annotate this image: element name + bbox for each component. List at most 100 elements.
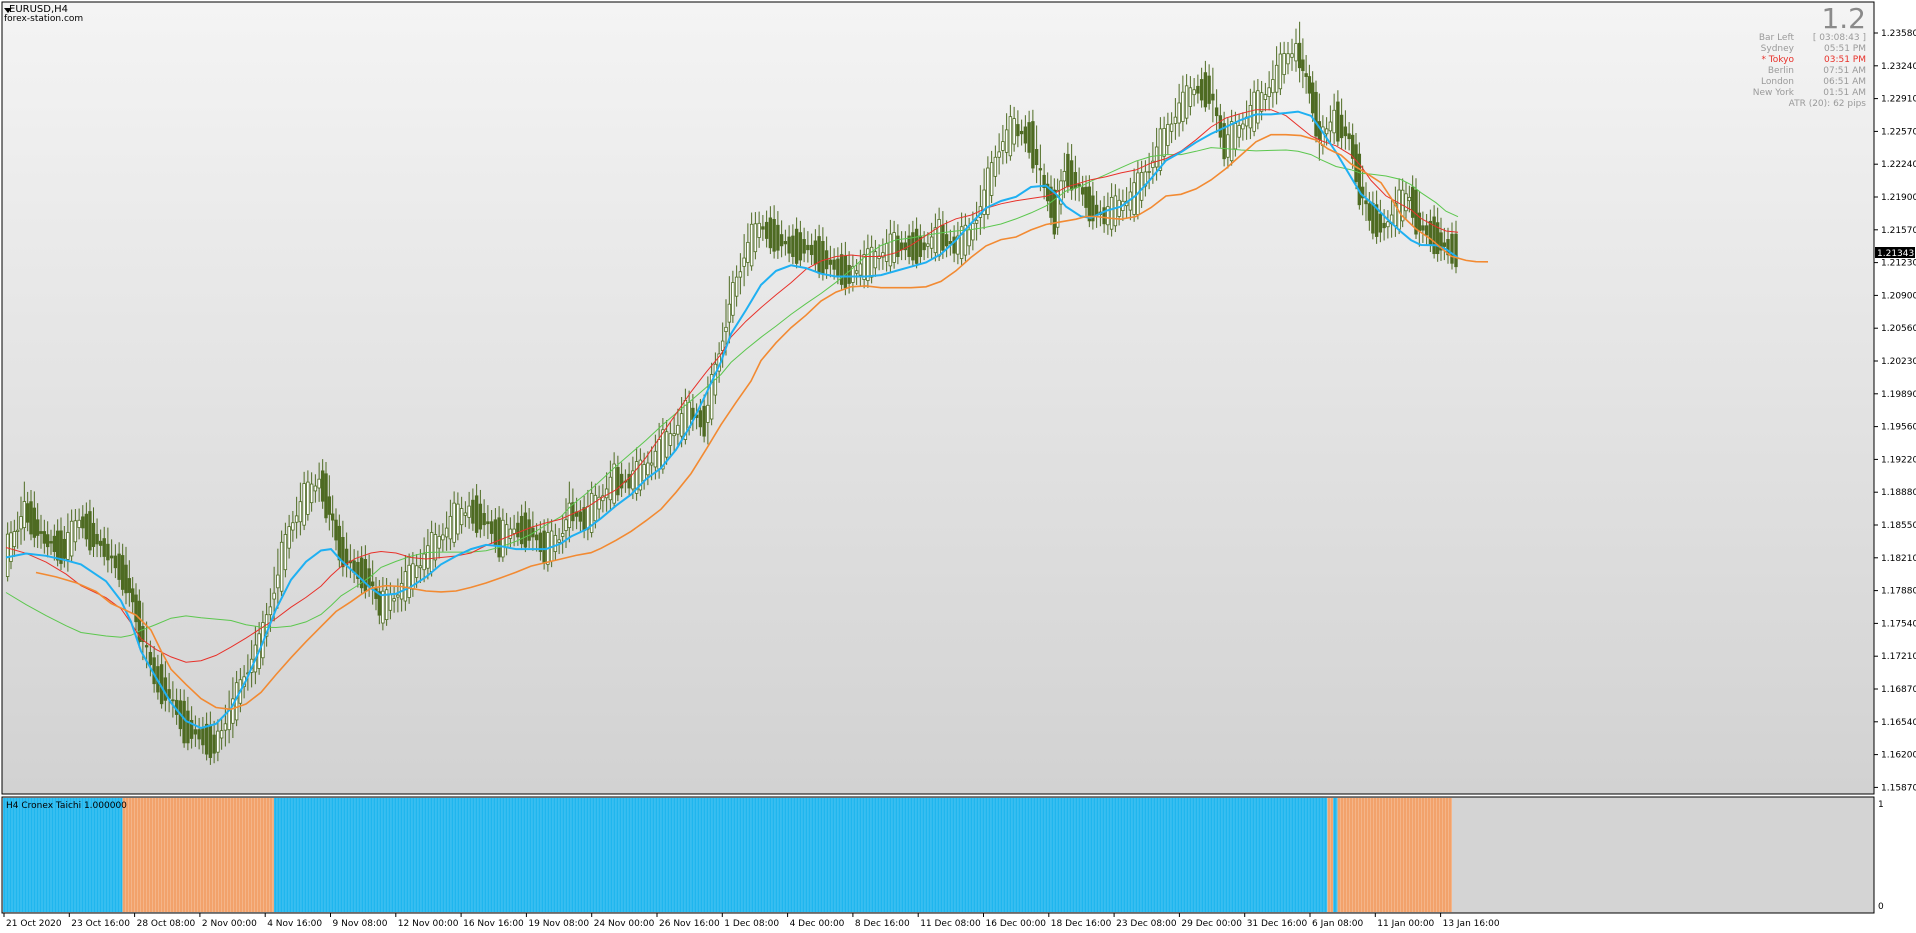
candle-body <box>749 223 754 267</box>
candle-body <box>1034 149 1039 166</box>
candle-body <box>1271 79 1275 94</box>
price-tick-label: 1.19890 <box>1881 390 1916 400</box>
candle-body <box>839 254 844 285</box>
candle-body <box>1019 130 1024 135</box>
candle-body <box>1188 87 1193 107</box>
candle-body <box>102 538 106 557</box>
price-tick-label: 1.18550 <box>1881 521 1916 531</box>
candle-body <box>679 413 684 437</box>
candle-body <box>55 530 60 561</box>
candle-body <box>847 264 851 284</box>
candle-body <box>519 515 524 545</box>
price-tick-label: 1.22910 <box>1881 95 1916 105</box>
candle-body <box>62 538 67 559</box>
candle-body <box>698 410 703 428</box>
candle-body <box>313 485 318 492</box>
candle-body <box>317 478 321 489</box>
candle-body <box>858 263 863 276</box>
candle-body <box>1008 116 1013 157</box>
candle-body <box>1343 126 1348 137</box>
chart-window[interactable]: 1.23580 1.23240 1.22910 1.22570 1.22240 1.219… <box>0 0 1916 933</box>
candle-body <box>627 473 631 489</box>
candle-body <box>197 729 201 740</box>
candle-body <box>1016 124 1020 137</box>
candle-body <box>73 520 78 543</box>
time-tick-label: 18 Dec 16:00 <box>1051 919 1112 929</box>
candle-body <box>327 496 332 515</box>
candle-body <box>806 244 810 251</box>
candle-body <box>604 488 609 499</box>
candle-body <box>1301 59 1305 72</box>
candle-body <box>193 729 198 735</box>
time-tick-label: 12 Nov 00:00 <box>398 919 459 929</box>
candle-body <box>306 481 310 515</box>
candle-body <box>779 234 784 247</box>
candle-body <box>516 522 520 538</box>
candle-body <box>926 243 930 247</box>
candle-body <box>1252 91 1256 132</box>
candle-body <box>42 531 47 544</box>
price-tick-label: 1.15870 <box>1881 783 1916 793</box>
price-tick-label: 1.16870 <box>1881 685 1916 695</box>
candle-body <box>672 433 676 437</box>
candle-body <box>1241 123 1245 130</box>
candle-body <box>1432 216 1436 255</box>
candle-body <box>1371 202 1375 234</box>
candle-body <box>753 223 758 253</box>
candle-body <box>608 476 613 501</box>
candle-body <box>1203 72 1208 108</box>
candle-body <box>117 553 121 580</box>
candle-body <box>1139 172 1144 201</box>
candle-body <box>302 483 306 526</box>
info-row-value: [ 03:08:43 ] <box>1812 33 1866 43</box>
candle-body <box>1314 91 1318 137</box>
candle-body <box>370 581 375 587</box>
info-row-value: 05:51 PM <box>1824 44 1866 54</box>
candle-body <box>676 424 680 435</box>
candle-body <box>186 710 190 744</box>
candle-body <box>276 574 280 589</box>
candle-body <box>49 541 53 544</box>
candle-body <box>204 723 209 755</box>
candle-body <box>1233 123 1238 150</box>
candle-body <box>219 730 224 739</box>
price-tick-label: 1.23580 <box>1881 29 1916 39</box>
candle-body <box>888 233 893 267</box>
candle-body <box>459 508 464 526</box>
candle-body <box>298 501 303 523</box>
candle-body <box>1286 53 1290 65</box>
info-row-label: * Tokyo <box>1761 55 1794 65</box>
time-tick-label: 23 Dec 08:00 <box>1116 919 1177 929</box>
candle-body <box>854 270 859 274</box>
candle-body <box>534 534 539 541</box>
candle-body <box>171 699 175 702</box>
candle-body <box>1062 171 1067 182</box>
candle-body <box>39 531 43 534</box>
candle-body <box>486 521 490 525</box>
candle-body <box>467 505 471 518</box>
candle-body <box>1294 43 1298 62</box>
price-chart[interactable]: 1.235801.232401.229101.225701.222401.219… <box>0 0 1916 933</box>
candle-body <box>653 450 658 468</box>
candle-body <box>1386 221 1390 228</box>
candle-body <box>1267 87 1271 98</box>
current-price-value: 1.21343 <box>1877 249 1914 259</box>
candle-body <box>746 241 750 263</box>
candle-body <box>1229 121 1234 162</box>
candle-body <box>1357 153 1362 206</box>
candle-body <box>19 516 23 530</box>
candle-body <box>12 531 17 547</box>
candle-body <box>474 495 479 533</box>
candle-body <box>223 723 228 731</box>
candle-body <box>1367 203 1372 221</box>
price-tick-label: 1.16540 <box>1881 718 1916 728</box>
candle-body <box>452 502 456 543</box>
candle-body <box>971 222 975 241</box>
candle-body <box>731 282 735 316</box>
candle-body <box>5 533 10 577</box>
candle-body <box>764 221 769 239</box>
candle-body <box>794 228 799 264</box>
candle-body <box>593 494 598 522</box>
candle-body <box>1410 186 1415 218</box>
info-big-value: 1.2 <box>1821 2 1866 35</box>
